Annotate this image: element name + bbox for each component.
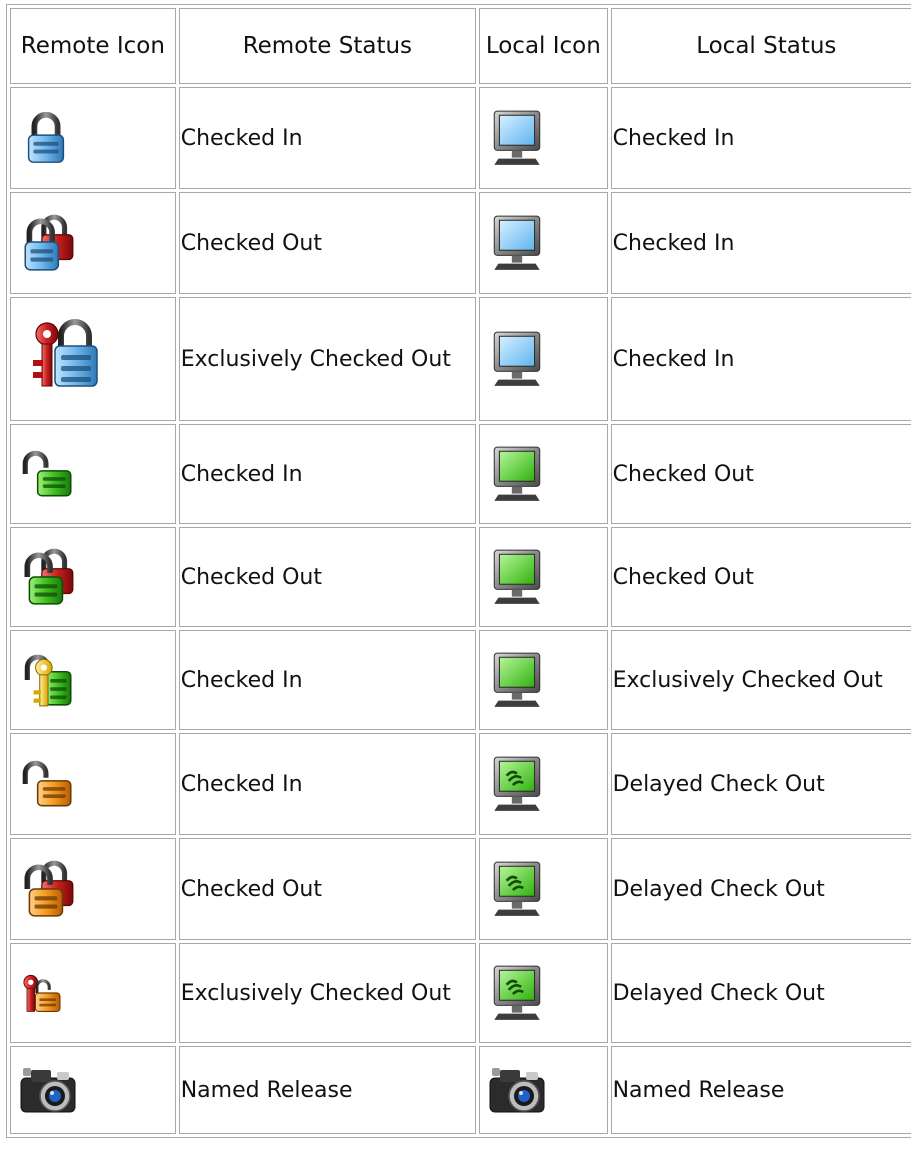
remote-status-cell: Checked In bbox=[178, 733, 477, 835]
remote-icon-cell bbox=[10, 630, 176, 730]
monitor-blue-icon bbox=[486, 328, 607, 390]
remote-status-cell: Checked In bbox=[178, 87, 477, 189]
local-icon-cell bbox=[479, 527, 608, 627]
local-icon-cell bbox=[479, 192, 608, 294]
remote-icon-cell bbox=[10, 1046, 176, 1134]
remote-icon-cell bbox=[10, 192, 176, 294]
table-row: Checked Out Delayed Check Out bbox=[10, 838, 911, 940]
monitor-green-delayed-icon bbox=[486, 962, 607, 1024]
local-status-cell: Checked In bbox=[610, 192, 911, 294]
local-icon-cell bbox=[479, 424, 608, 524]
remote-status-cell: Named Release bbox=[178, 1046, 477, 1134]
local-status-cell: Checked In bbox=[610, 297, 911, 421]
monitor-green-delayed-icon bbox=[486, 753, 607, 815]
monitor-green-icon bbox=[486, 649, 607, 711]
local-icon-cell bbox=[479, 630, 608, 730]
remote-status-cell: Exclusively Checked Out bbox=[178, 297, 477, 421]
blue-lock-exclusive-key-icon bbox=[17, 314, 175, 404]
orange-lock-red-key-icon bbox=[17, 970, 175, 1016]
remote-status-cell: Checked Out bbox=[178, 838, 477, 940]
table-row: Exclusively Checked Out Checked In bbox=[10, 297, 911, 421]
green-lock-checked-out-icon bbox=[17, 546, 175, 608]
remote-icon-cell bbox=[10, 733, 176, 835]
monitor-blue-icon bbox=[486, 107, 607, 169]
table-row: Checked In Delayed Check Out bbox=[10, 733, 911, 835]
orange-lock-open-icon bbox=[17, 753, 175, 815]
remote-status-cell: Checked Out bbox=[178, 192, 477, 294]
header-remote-status: Remote Status bbox=[178, 8, 477, 84]
remote-icon-cell bbox=[10, 527, 176, 627]
table-row: Exclusively Checked Out Delayed Check Ou… bbox=[10, 943, 911, 1043]
remote-icon-cell bbox=[10, 297, 176, 421]
remote-status-cell: Checked In bbox=[178, 424, 477, 524]
table-row: Checked In Checked In bbox=[10, 87, 911, 189]
local-icon-cell bbox=[479, 838, 608, 940]
header-local-status: Local Status bbox=[610, 8, 911, 84]
remote-status-cell: Checked Out bbox=[178, 527, 477, 627]
local-icon-cell bbox=[479, 733, 608, 835]
remote-icon-cell bbox=[10, 87, 176, 189]
green-lock-open-icon bbox=[17, 443, 175, 505]
green-lock-yellow-key-icon bbox=[17, 649, 175, 711]
blue-lock-checked-out-icon bbox=[17, 212, 175, 274]
table-row: Checked Out Checked In bbox=[10, 192, 911, 294]
local-status-cell: Delayed Check Out bbox=[610, 838, 911, 940]
monitor-blue-icon bbox=[486, 212, 607, 274]
remote-icon-cell bbox=[10, 943, 176, 1043]
monitor-green-delayed-icon bbox=[486, 858, 607, 920]
remote-status-cell: Checked In bbox=[178, 630, 477, 730]
remote-icon-cell bbox=[10, 838, 176, 940]
local-icon-cell bbox=[479, 1046, 608, 1134]
status-icon-table: Remote Icon Remote Status Local Icon Loc… bbox=[6, 4, 911, 1138]
table-header-row: Remote Icon Remote Status Local Icon Loc… bbox=[10, 8, 911, 84]
local-icon-cell bbox=[479, 87, 608, 189]
monitor-green-icon bbox=[486, 546, 607, 608]
table-row: Checked In Exclusively Checked Out bbox=[10, 630, 911, 730]
table-row: Checked Out Checked Out bbox=[10, 527, 911, 627]
header-remote-icon: Remote Icon bbox=[10, 8, 176, 84]
local-status-cell: Named Release bbox=[610, 1046, 911, 1134]
orange-lock-checked-out-icon bbox=[17, 858, 175, 920]
local-status-cell: Checked Out bbox=[610, 424, 911, 524]
local-icon-cell bbox=[479, 943, 608, 1043]
local-status-cell: Delayed Check Out bbox=[610, 733, 911, 835]
monitor-green-icon bbox=[486, 443, 607, 505]
blue-lock-closed-icon bbox=[17, 107, 175, 169]
local-status-cell: Checked Out bbox=[610, 527, 911, 627]
local-icon-cell bbox=[479, 297, 608, 421]
remote-status-cell: Exclusively Checked Out bbox=[178, 943, 477, 1043]
header-local-icon: Local Icon bbox=[479, 8, 608, 84]
camera-icon bbox=[486, 1059, 607, 1121]
remote-icon-cell bbox=[10, 424, 176, 524]
table-row: Named Release Named Release bbox=[10, 1046, 911, 1134]
camera-icon bbox=[17, 1059, 175, 1121]
local-status-cell: Delayed Check Out bbox=[610, 943, 911, 1043]
local-status-cell: Checked In bbox=[610, 87, 911, 189]
local-status-cell: Exclusively Checked Out bbox=[610, 630, 911, 730]
table-row: Checked In Checked Out bbox=[10, 424, 911, 524]
